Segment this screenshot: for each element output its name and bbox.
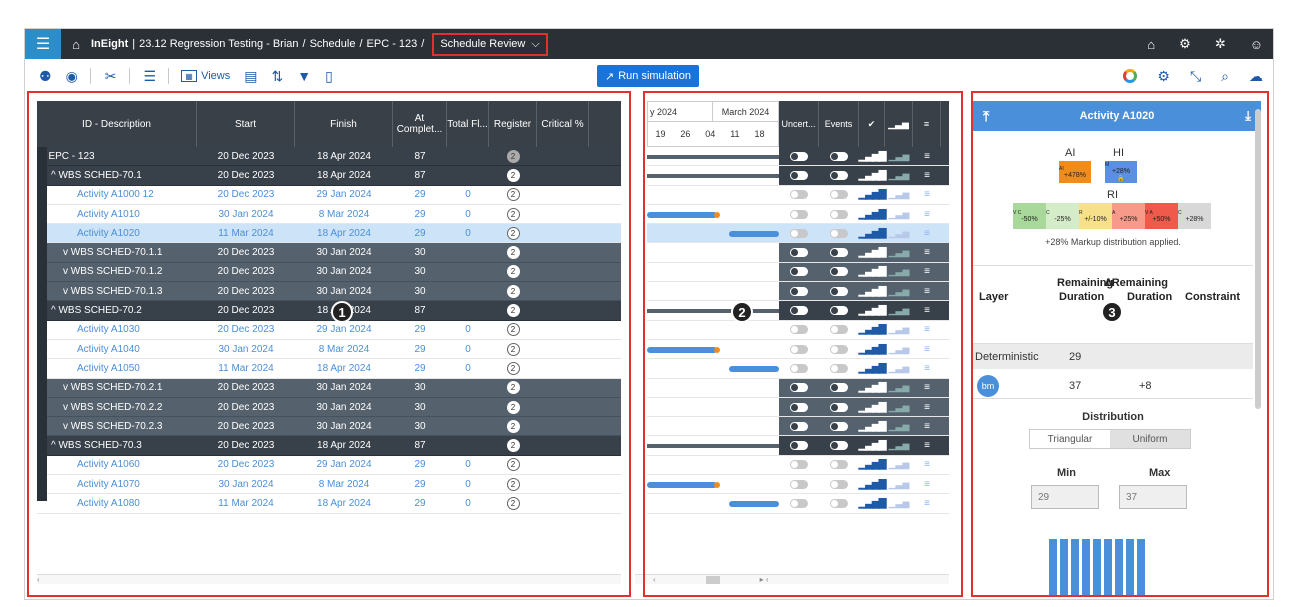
settings-icon[interactable]: ⚙ [1179, 36, 1191, 52]
indent-icon[interactable]: ☰ [144, 68, 157, 85]
run-simulation-button[interactable]: ↗ Run simulation [597, 65, 699, 87]
crumb-epc[interactable]: EPC - 123 [367, 38, 418, 50]
breadcrumb: InEight | 23.12 Regression Testing - Bri… [91, 32, 548, 56]
app-frame: ☰ ⌂ InEight | 23.12 Regression Testing -… [24, 28, 1274, 600]
crumb-schedule[interactable]: Schedule [310, 38, 356, 50]
highlight-panel-2 [643, 91, 963, 597]
highlight-panel-1 [27, 91, 631, 597]
bank-icon[interactable]: ⌂ [1147, 37, 1155, 52]
admin-icon[interactable]: ✲ [1215, 36, 1226, 52]
filter-user-icon[interactable]: ⚉ [39, 68, 52, 85]
chart-icon: ↗ [605, 70, 615, 83]
callout-1: 1 [331, 301, 353, 323]
current-view-label: Schedule Review [440, 38, 526, 50]
columns-icon[interactable]: ▯ [325, 68, 333, 85]
highlight-panel-3 [971, 91, 1269, 597]
app-name: InEight [91, 38, 129, 50]
home-icon[interactable]: ⌂ [61, 37, 91, 52]
hamburger-menu-icon[interactable]: ☰ [25, 29, 61, 59]
crumb-project[interactable]: 23.12 Regression Testing - Brian [139, 38, 298, 50]
toolbar-right: ⚙ ⤡ ⌕ ☁ [1123, 65, 1263, 87]
list-icon[interactable]: ▤ [244, 68, 257, 85]
sort-icon[interactable]: ⇅ [271, 68, 283, 85]
brain-icon[interactable]: ☁ [1249, 68, 1263, 85]
filter-icon[interactable]: ▼ [297, 68, 311, 84]
collapse-icon[interactable]: ⤡ [1190, 68, 1201, 85]
link-settings-icon[interactable]: ⚙ [1157, 68, 1170, 85]
user-icon[interactable]: ☺ [1250, 37, 1263, 52]
eye-icon[interactable]: ◉ [66, 68, 78, 85]
callout-2: 2 [731, 301, 753, 323]
schedule-review-dropdown[interactable]: Schedule Review ⌵ [432, 32, 548, 56]
views-button[interactable]: ▦ Views [181, 70, 230, 82]
top-bar: ☰ ⌂ InEight | 23.12 Regression Testing -… [25, 29, 1273, 59]
callout-3: 3 [1101, 301, 1123, 323]
chevron-down-icon: ⌵ [531, 37, 540, 50]
search-icon[interactable]: ⌕ [1221, 68, 1229, 85]
topbar-actions: ⌂ ⚙ ✲ ☺ [1147, 29, 1263, 59]
toolbar: ⚉ ◉ ✂ ☰ ▦ Views ▤ ⇅ ▼ ▯ ↗ Run simulation… [25, 63, 1273, 89]
color-wheel-icon[interactable] [1123, 69, 1138, 83]
scissors-icon[interactable]: ✂ [105, 68, 117, 85]
views-icon: ▦ [181, 70, 198, 82]
